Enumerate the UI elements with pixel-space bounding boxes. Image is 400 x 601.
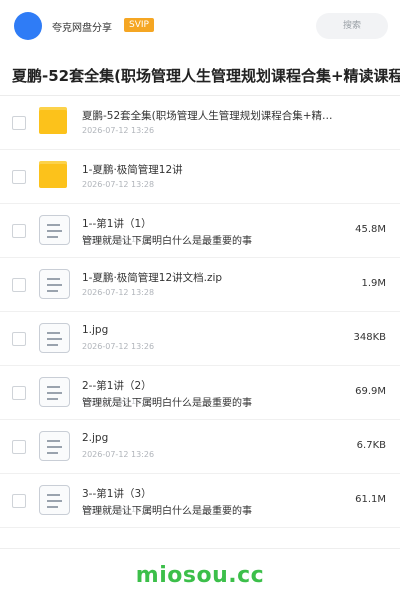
file-date: 2026-07-12 13:26	[82, 450, 155, 459]
row-checkbox[interactable]	[12, 170, 26, 184]
file-row[interactable]: 3--第1讲（3） 2026-07-12 13:26 管理就是让下属明白什么是最…	[0, 474, 400, 528]
file-row[interactable]: 2.jpg 2026-07-12 13:26 6.7KB	[0, 420, 400, 474]
file-row[interactable]: 2--第1讲（2） 2026-07-12 13:26 管理就是让下属明白什么是最…	[0, 366, 400, 420]
document-icon	[39, 377, 70, 407]
file-subtitle: 管理就是让下属明白什么是最重要的事	[82, 236, 252, 247]
file-name: 1.jpg	[82, 324, 109, 336]
file-row[interactable]: 1--第1讲（1） 2026-07-12 13:28 管理就是让下属明白什么是最…	[0, 204, 400, 258]
file-size: 1.9M	[361, 278, 386, 289]
file-name: 1--第1讲（1）	[82, 218, 152, 230]
title-bar: 夏鹏-52套全集(职场管理人生管理规划课程合集+精读课程合集)	[0, 55, 400, 96]
row-checkbox[interactable]	[12, 386, 26, 400]
row-checkbox[interactable]	[12, 440, 26, 454]
row-checkbox[interactable]	[12, 332, 26, 346]
file-date: 2026-07-12 13:28	[82, 288, 155, 297]
page-title: 夏鹏-52套全集(职场管理人生管理规划课程合集+精读课程合集)	[12, 67, 400, 85]
avatar[interactable]	[14, 12, 42, 40]
file-size: 348KB	[353, 332, 386, 343]
file-size: 6.7KB	[356, 440, 386, 451]
file-list: 夏鹏-52套全集(职场管理人生管理规划课程合集+精读课程合集) 2026-07-…	[0, 96, 400, 528]
file-name: 夏鹏-52套全集(职场管理人生管理规划课程合集+精读课程合集)	[82, 110, 340, 122]
document-icon	[39, 431, 70, 461]
file-size: 61.1M	[355, 494, 386, 505]
file-row[interactable]: 夏鹏-52套全集(职场管理人生管理规划课程合集+精读课程合集) 2026-07-…	[0, 96, 400, 150]
file-name: 1-夏鹏·极简管理12讲文档.zip	[82, 272, 223, 284]
file-name: 2--第1讲（2）	[82, 380, 152, 392]
row-checkbox[interactable]	[12, 224, 26, 238]
row-checkbox[interactable]	[12, 116, 26, 130]
document-icon	[39, 323, 70, 353]
footer: miosou.cc	[0, 548, 400, 601]
file-name: 3--第1讲（3）	[82, 488, 152, 500]
app-header: 夸克网盘分享 SVIP 搜索	[0, 0, 400, 52]
file-date: 2026-07-12 13:28	[82, 180, 155, 189]
file-size: 69.9M	[355, 386, 386, 397]
file-date: 2026-07-12 13:26	[82, 342, 155, 351]
file-date: 2026-07-12 13:26	[82, 126, 155, 135]
file-size: 45.8M	[355, 224, 386, 235]
row-checkbox[interactable]	[12, 278, 26, 292]
file-row[interactable]: 1-夏鹏·极简管理12讲 2026-07-12 13:28	[0, 150, 400, 204]
brand-name: 夸克网盘分享	[52, 23, 112, 34]
file-row[interactable]: 1.jpg 2026-07-12 13:26 348KB	[0, 312, 400, 366]
file-name: 1-夏鹏·极简管理12讲	[82, 164, 183, 176]
watermark: miosou.cc	[135, 563, 265, 588]
search-input[interactable]: 搜索	[316, 13, 388, 39]
file-subtitle: 管理就是让下属明白什么是最重要的事	[82, 506, 252, 517]
document-icon	[39, 485, 70, 515]
folder-icon	[39, 161, 69, 191]
svip-badge: SVIP	[124, 18, 154, 32]
document-icon	[39, 269, 70, 299]
row-checkbox[interactable]	[12, 494, 26, 508]
file-subtitle: 管理就是让下属明白什么是最重要的事	[82, 398, 252, 409]
file-row[interactable]: 1-夏鹏·极简管理12讲文档.zip 2026-07-12 13:28 1.9M	[0, 258, 400, 312]
folder-icon	[39, 107, 69, 137]
file-name: 2.jpg	[82, 432, 109, 444]
document-icon	[39, 215, 70, 245]
